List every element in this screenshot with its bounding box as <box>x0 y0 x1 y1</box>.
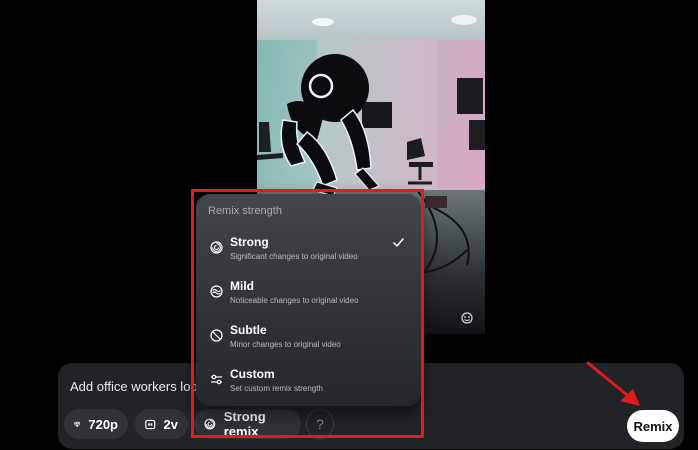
variants-label: 2v <box>163 416 178 432</box>
remix-strength-label: Strong remix <box>223 409 266 439</box>
sliders-icon <box>211 374 222 385</box>
menu-item-subtle[interactable]: Subtle Minor changes to original video <box>204 322 413 360</box>
menu-item-strong[interactable]: Strong Significant changes to original v… <box>204 234 413 272</box>
variants-icon <box>145 419 156 429</box>
screen: Add office workers looking at the robot … <box>0 0 698 450</box>
menu-item-description: Significant changes to original video <box>230 252 358 261</box>
menu-item-description: Set custom remix strength <box>230 384 323 393</box>
mild-remix-icon <box>210 285 223 298</box>
menu-heading: Remix strength <box>208 205 282 217</box>
quality-label: 720p <box>88 416 118 432</box>
menu-item-label: Subtle <box>230 323 267 337</box>
menu-item-custom[interactable]: Custom Set custom remix strength <box>204 366 413 404</box>
magic-icon[interactable] <box>460 311 474 325</box>
diamond-icon <box>74 421 81 427</box>
menu-item-description: Minor changes to original video <box>230 340 341 349</box>
menu-item-label: Strong <box>230 235 269 249</box>
checkmark-icon <box>393 238 404 247</box>
subtle-remix-icon <box>210 329 223 342</box>
strong-remix-icon <box>204 418 216 430</box>
annotation-arrow-icon <box>586 361 640 406</box>
menu-item-label: Mild <box>230 279 254 293</box>
menu-item-label: Custom <box>230 367 275 381</box>
quality-button[interactable]: 720p <box>64 409 128 439</box>
prompt-input[interactable]: Add office workers looking at the robot <box>70 379 210 394</box>
menu-item-mild[interactable]: Mild Noticeable changes to original vide… <box>204 278 413 316</box>
strong-remix-icon <box>210 241 223 254</box>
remix-strength-button[interactable]: Strong remix <box>194 409 301 439</box>
variants-button[interactable]: 2v <box>135 409 188 439</box>
help-icon: ? <box>316 416 324 432</box>
remix-strength-menu: Remix strength Strong Significant change… <box>196 194 421 406</box>
help-button[interactable]: ? <box>306 409 334 439</box>
menu-item-description: Noticeable changes to original video <box>230 296 359 305</box>
